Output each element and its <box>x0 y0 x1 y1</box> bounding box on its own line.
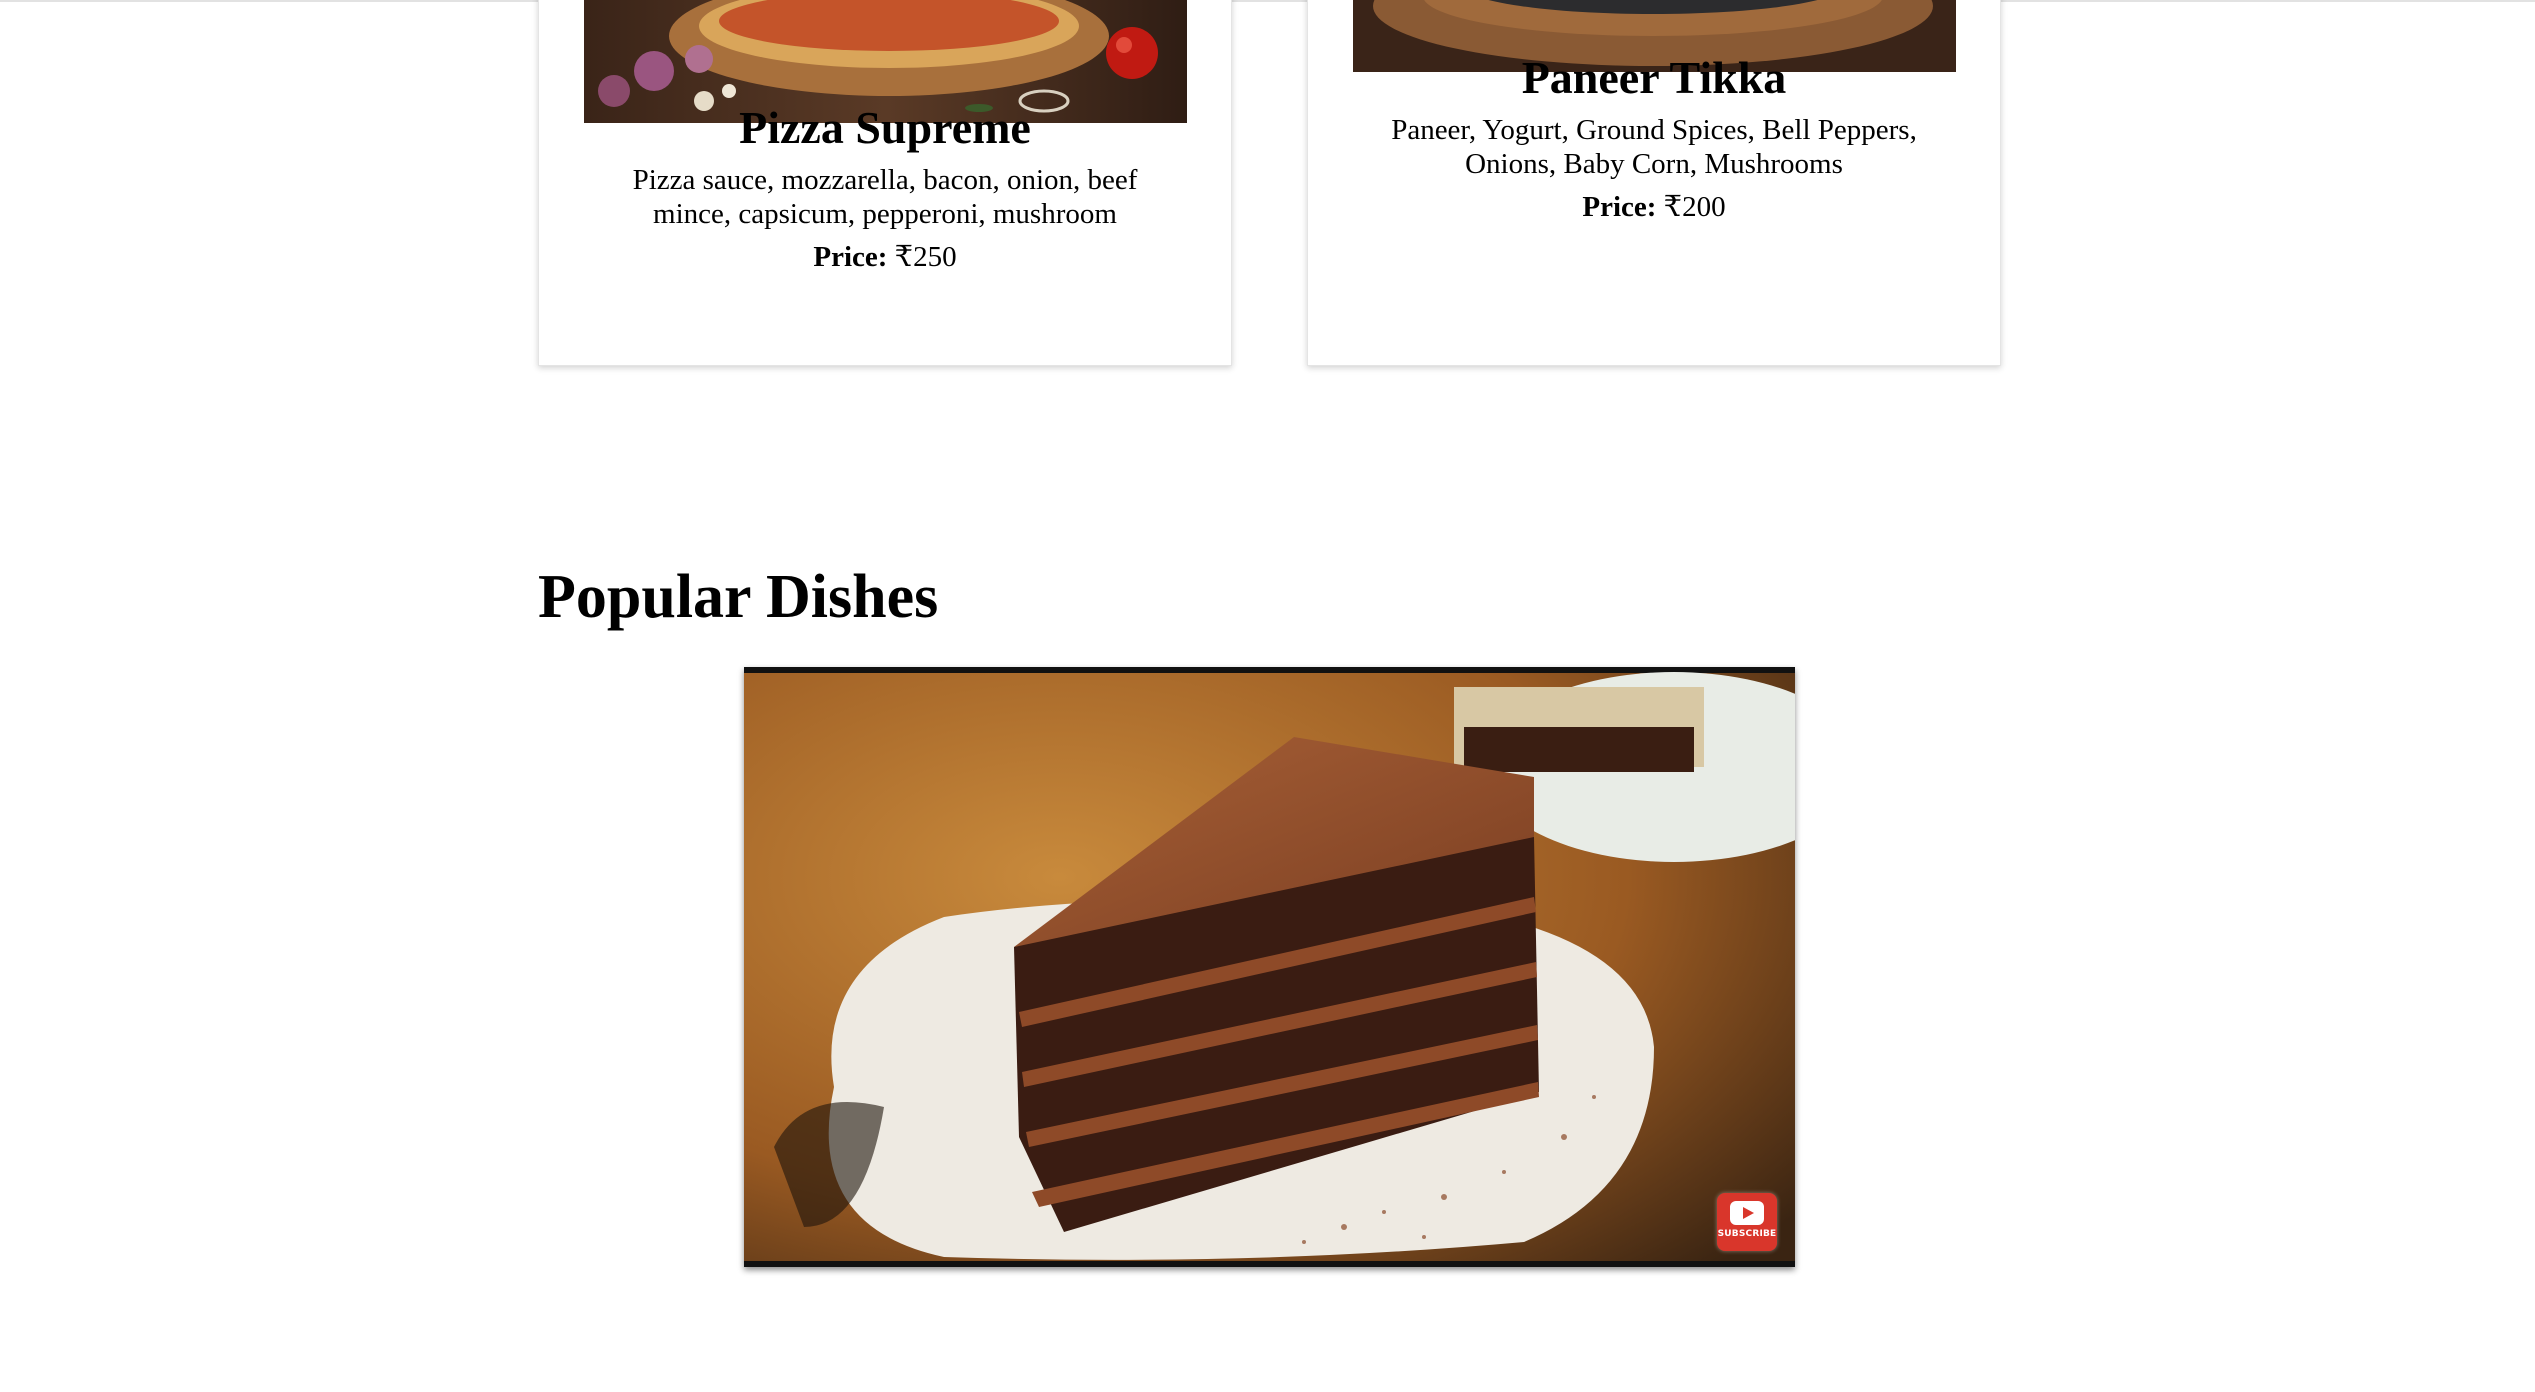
dish-price: Price: ₹200 <box>1308 189 2000 224</box>
menu-card-paneer-tikka: Paneer Tikka Paneer, Yogurt, Ground Spic… <box>1307 0 2001 366</box>
price-label: Price: <box>1582 191 1657 223</box>
dish-description: Paneer, Yogurt, Ground Spices, Bell Pepp… <box>1391 114 1917 180</box>
price-label: Price: <box>813 241 888 273</box>
section-heading-popular-dishes: Popular Dishes <box>538 563 939 631</box>
subscribe-label: SUBSCRIBE <box>1717 1229 1777 1239</box>
top-divider <box>0 0 2535 2</box>
dish-price: Price: ₹250 <box>539 239 1231 274</box>
menu-card-pizza-supreme: Pizza Supreme Pizza sauce, mozzarella, b… <box>538 0 1232 366</box>
chocolate-cake-video-frame <box>744 667 1795 1267</box>
price-value: ₹200 <box>1663 191 1726 223</box>
subscribe-button[interactable]: SUBSCRIBE <box>1717 1193 1777 1251</box>
popular-dishes-video[interactable]: SUBSCRIBE <box>744 667 1795 1267</box>
dish-name: Pizza Supreme <box>739 102 1031 153</box>
price-value: ₹250 <box>894 241 957 273</box>
youtube-play-icon <box>1730 1201 1764 1225</box>
dish-description: Pizza sauce, mozzarella, bacon, onion, b… <box>632 164 1138 230</box>
dish-name: Paneer Tikka <box>1521 52 1787 103</box>
